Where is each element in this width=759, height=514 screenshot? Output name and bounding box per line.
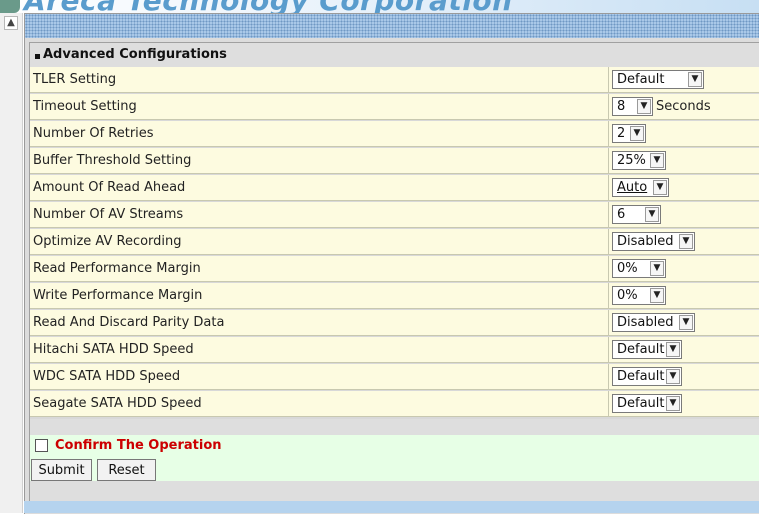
setting-label: WDC SATA HDD Speed <box>33 369 181 384</box>
column-divider <box>608 391 609 416</box>
setting-row-av-streams: Number Of AV Streams 6 ▼ <box>30 202 759 228</box>
setting-label: Read And Discard Parity Data <box>33 315 225 330</box>
read-ahead-select[interactable]: Auto ▼ <box>612 178 669 197</box>
header-banner: Areca Technology Corporation <box>0 0 759 13</box>
chevron-down-icon[interactable]: ▼ <box>650 153 664 168</box>
select-value: Disabled <box>617 315 674 330</box>
wdc-speed-select[interactable]: Default ▼ <box>612 367 682 386</box>
chevron-down-icon[interactable]: ▼ <box>650 288 664 303</box>
setting-row-timeout: Timeout Setting 8 ▼ Seconds <box>30 94 759 120</box>
chevron-up-icon[interactable]: ▲ <box>4 16 18 30</box>
select-value: Auto <box>617 180 648 195</box>
timeout-unit: Seconds <box>656 99 711 114</box>
chevron-down-icon[interactable]: ▼ <box>666 342 680 357</box>
column-divider <box>608 94 609 119</box>
select-value: Default <box>617 72 665 87</box>
column-divider <box>608 364 609 389</box>
column-divider <box>608 283 609 308</box>
select-value: 6 <box>617 207 626 222</box>
av-streams-select[interactable]: 6 ▼ <box>612 205 661 224</box>
setting-row-optimize-av: Optimize AV Recording Disabled ▼ <box>30 229 759 255</box>
setting-row-hitachi-speed: Hitachi SATA HDD Speed Default ▼ <box>30 337 759 363</box>
column-divider <box>608 337 609 362</box>
section-title: Advanced Configurations <box>43 47 227 62</box>
select-value: Default <box>617 396 665 411</box>
confirm-row: Confirm The Operation <box>30 435 759 457</box>
chevron-down-icon[interactable]: ▼ <box>679 315 693 330</box>
bottom-strip <box>30 481 759 503</box>
setting-label: Read Performance Margin <box>33 261 201 276</box>
tler-select[interactable]: Default ▼ <box>612 70 704 89</box>
select-value: 0% <box>617 261 638 276</box>
setting-label: TLER Setting <box>33 72 117 87</box>
chevron-down-icon[interactable]: ▼ <box>650 261 664 276</box>
setting-label: Optimize AV Recording <box>33 234 182 249</box>
setting-label: Number Of Retries <box>33 126 154 141</box>
setting-label: Number Of AV Streams <box>33 207 184 222</box>
setting-label: Amount Of Read Ahead <box>33 180 186 195</box>
chevron-down-icon[interactable]: ▼ <box>679 234 693 249</box>
discard-parity-select[interactable]: Disabled ▼ <box>612 313 695 332</box>
seagate-speed-select[interactable]: Default ▼ <box>612 394 682 413</box>
section-header: Advanced Configurations <box>30 43 759 67</box>
spacer <box>30 419 759 435</box>
setting-row-buffer-threshold: Buffer Threshold Setting 25% ▼ <box>30 148 759 174</box>
select-value: 2 <box>617 126 626 141</box>
decorative-stripe <box>25 14 759 38</box>
setting-row-tler: TLER Setting Default ▼ <box>30 67 759 93</box>
setting-label: Hitachi SATA HDD Speed <box>33 342 194 357</box>
setting-label: Write Performance Margin <box>33 288 203 303</box>
timeout-select[interactable]: 8 ▼ <box>612 97 653 116</box>
select-value: Default <box>617 369 665 384</box>
select-value: Default <box>617 342 665 357</box>
chevron-down-icon[interactable]: ▼ <box>645 207 659 222</box>
chevron-down-icon[interactable]: ▼ <box>637 99 651 114</box>
confirm-label: Confirm The Operation <box>55 438 222 453</box>
confirm-checkbox[interactable] <box>35 439 48 452</box>
column-divider <box>608 175 609 200</box>
footer-bar <box>24 501 759 513</box>
select-value: 0% <box>617 288 638 303</box>
vertical-scrollbar[interactable]: ▲ <box>0 13 23 513</box>
banner-title: Areca Technology Corporation <box>24 0 513 13</box>
write-margin-select[interactable]: 0% ▼ <box>612 286 666 305</box>
setting-row-read-margin: Read Performance Margin 0% ▼ <box>30 256 759 282</box>
setting-label: Seagate SATA HDD Speed <box>33 396 202 411</box>
setting-label: Buffer Threshold Setting <box>33 153 192 168</box>
setting-row-discard-parity: Read And Discard Parity Data Disabled ▼ <box>30 310 759 336</box>
setting-row-read-ahead: Amount Of Read Ahead Auto ▼ <box>30 175 759 201</box>
chevron-down-icon[interactable]: ▼ <box>688 72 702 87</box>
chevron-down-icon[interactable]: ▼ <box>666 369 680 384</box>
column-divider <box>608 121 609 146</box>
column-divider <box>608 202 609 227</box>
select-value: 8 <box>617 99 626 114</box>
buffer-threshold-select[interactable]: 25% ▼ <box>612 151 666 170</box>
chevron-down-icon[interactable]: ▼ <box>630 126 644 141</box>
column-divider <box>608 256 609 281</box>
select-value: 25% <box>617 153 646 168</box>
setting-row-wdc-speed: WDC SATA HDD Speed Default ▼ <box>30 364 759 390</box>
submit-button[interactable]: Submit <box>31 459 92 481</box>
column-divider <box>608 67 609 92</box>
chevron-down-icon[interactable]: ▼ <box>653 180 667 195</box>
reset-button[interactable]: Reset <box>97 459 156 481</box>
column-divider <box>608 229 609 254</box>
setting-label: Timeout Setting <box>33 99 137 114</box>
optimize-av-select[interactable]: Disabled ▼ <box>612 232 695 251</box>
setting-row-write-margin: Write Performance Margin 0% ▼ <box>30 283 759 309</box>
column-divider <box>608 148 609 173</box>
retries-select[interactable]: 2 ▼ <box>612 124 646 143</box>
chevron-down-icon[interactable]: ▼ <box>666 396 680 411</box>
setting-row-retries: Number Of Retries 2 ▼ <box>30 121 759 147</box>
bullet-icon <box>35 54 40 59</box>
select-value: Disabled <box>617 234 674 249</box>
column-divider <box>608 310 609 335</box>
read-margin-select[interactable]: 0% ▼ <box>612 259 666 278</box>
setting-row-seagate-speed: Seagate SATA HDD Speed Default ▼ <box>30 391 759 417</box>
logo-icon <box>0 0 20 13</box>
hitachi-speed-select[interactable]: Default ▼ <box>612 340 682 359</box>
button-row: Submit Reset <box>30 457 759 481</box>
content-frame: Advanced Configurations TLER Setting Def… <box>24 13 759 514</box>
config-panel: Advanced Configurations TLER Setting Def… <box>29 42 759 503</box>
